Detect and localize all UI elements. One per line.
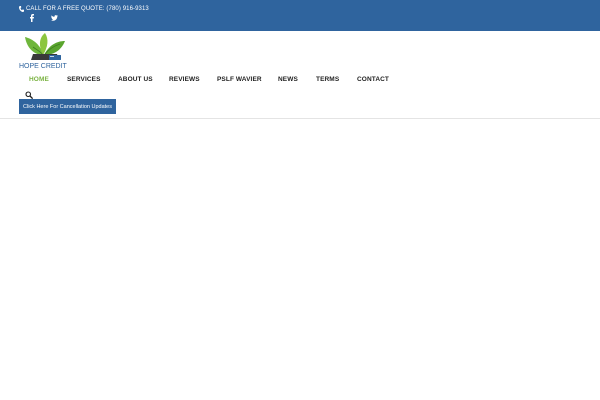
nav-item-terms[interactable]: TERMS bbox=[316, 76, 339, 83]
nav-item-services[interactable]: SERVICES bbox=[67, 76, 101, 83]
search-icon bbox=[25, 91, 33, 99]
facebook-icon bbox=[30, 14, 34, 22]
phone-text: CALL FOR A FREE QUOTE: (780) 916-9313 bbox=[26, 6, 149, 12]
phone-icon bbox=[19, 6, 24, 12]
leaf-logo-icon bbox=[25, 33, 65, 60]
hope-credit-logo[interactable]: HOPE CREDIT bbox=[19, 33, 69, 71]
twitter-link[interactable] bbox=[50, 14, 58, 22]
twitter-icon bbox=[50, 15, 58, 21]
top-bar: CALL FOR A FREE QUOTE: (780) 916-9313 bbox=[0, 0, 600, 31]
nav-item-pslf-wavier[interactable]: PSLF WAVIER bbox=[217, 76, 262, 83]
nav-item-contact[interactable]: CONTACT bbox=[357, 76, 389, 83]
nav-item-reviews[interactable]: REVIEWS bbox=[169, 76, 200, 83]
nav-item-home[interactable]: HOME bbox=[29, 76, 49, 83]
nav-item-news[interactable]: NEWS bbox=[278, 76, 298, 83]
nav-item-about-us[interactable]: ABOUT US bbox=[118, 76, 153, 83]
phone-contact[interactable]: CALL FOR A FREE QUOTE: (780) 916-9313 bbox=[19, 6, 149, 12]
cancellation-updates-button[interactable]: Click Here For Cancellation Updates bbox=[19, 99, 116, 114]
header-divider bbox=[0, 118, 600, 119]
search-button[interactable] bbox=[25, 86, 33, 99]
facebook-link[interactable] bbox=[28, 14, 36, 22]
main-navigation: HOME SERVICES ABOUT US REVIEWS PSLF WAVI… bbox=[0, 76, 600, 88]
logo-text: HOPE CREDIT bbox=[19, 63, 67, 70]
